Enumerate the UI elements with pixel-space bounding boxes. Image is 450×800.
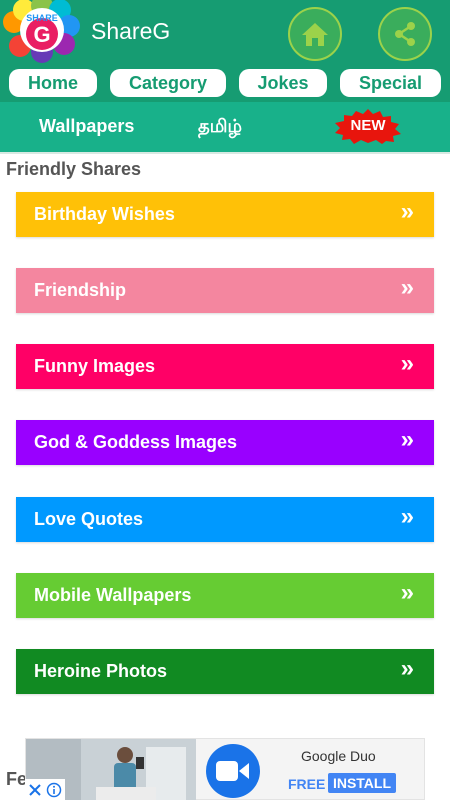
category-friendship[interactable]: Friendship » [16, 268, 434, 313]
category-god-goddess-images[interactable]: God & Goddess Images » [16, 420, 434, 465]
category-label: Mobile Wallpapers [34, 585, 192, 605]
chevron-right-icon: » [400, 579, 414, 606]
chevron-right-icon: » [400, 655, 414, 682]
category-love-quotes[interactable]: Love Quotes » [16, 497, 434, 542]
chevron-right-icon: » [400, 350, 414, 377]
chevron-right-icon: » [400, 426, 414, 453]
section-title: Friendly Shares [6, 159, 142, 179]
chevron-right-icon: » [400, 503, 414, 530]
category-mobile-wallpapers[interactable]: Mobile Wallpapers » [16, 573, 434, 618]
install-button[interactable]: INSTALL [328, 773, 396, 793]
category-label: Funny Images [34, 356, 156, 376]
ad-price: FREE [288, 776, 326, 792]
info-icon[interactable] [46, 782, 62, 798]
next-section-title: Fe [6, 769, 28, 789]
ad-banner[interactable]: Google Duo FREE INSTALL [25, 738, 425, 800]
category-heroine-photos[interactable]: Heroine Photos » [16, 649, 434, 694]
category-birthday-wishes[interactable]: Birthday Wishes » [16, 192, 434, 237]
share-button[interactable] [378, 7, 432, 61]
duo-app-icon [206, 744, 260, 798]
home-icon [302, 23, 328, 46]
nav-home[interactable]: Home [9, 69, 97, 97]
close-icon[interactable] [28, 783, 42, 797]
category-funny-images[interactable]: Funny Images » [16, 344, 434, 389]
ad-app-name: Google Duo [301, 748, 376, 764]
app-logo[interactable]: SHARE G [2, 0, 80, 64]
new-badge-label: NEW [350, 117, 386, 134]
subnav-tamil[interactable]: தமிழ் [198, 116, 242, 139]
category-label: God & Goddess Images [34, 432, 238, 452]
home-button[interactable] [288, 7, 342, 61]
category-label: Friendship [34, 280, 127, 300]
new-badge[interactable]: NEW [333, 108, 403, 144]
app-bar: SHARE G ShareG [0, 0, 450, 66]
top-nav: Home Category Jokes Special [0, 66, 450, 102]
share-icon [395, 22, 415, 46]
category-label: Heroine Photos [34, 661, 168, 681]
ad-controls [25, 779, 65, 800]
app-title: ShareG [91, 18, 171, 44]
category-label: Love Quotes [34, 509, 144, 529]
chevron-right-icon: » [400, 274, 414, 301]
category-label: Birthday Wishes [34, 204, 175, 224]
chevron-right-icon: » [400, 198, 414, 225]
nav-jokes[interactable]: Jokes [239, 69, 327, 97]
logo-text-main: G [33, 22, 51, 47]
nav-special[interactable]: Special [340, 69, 441, 97]
subnav-wallpapers[interactable]: Wallpapers [39, 116, 134, 137]
nav-category[interactable]: Category [110, 69, 226, 97]
